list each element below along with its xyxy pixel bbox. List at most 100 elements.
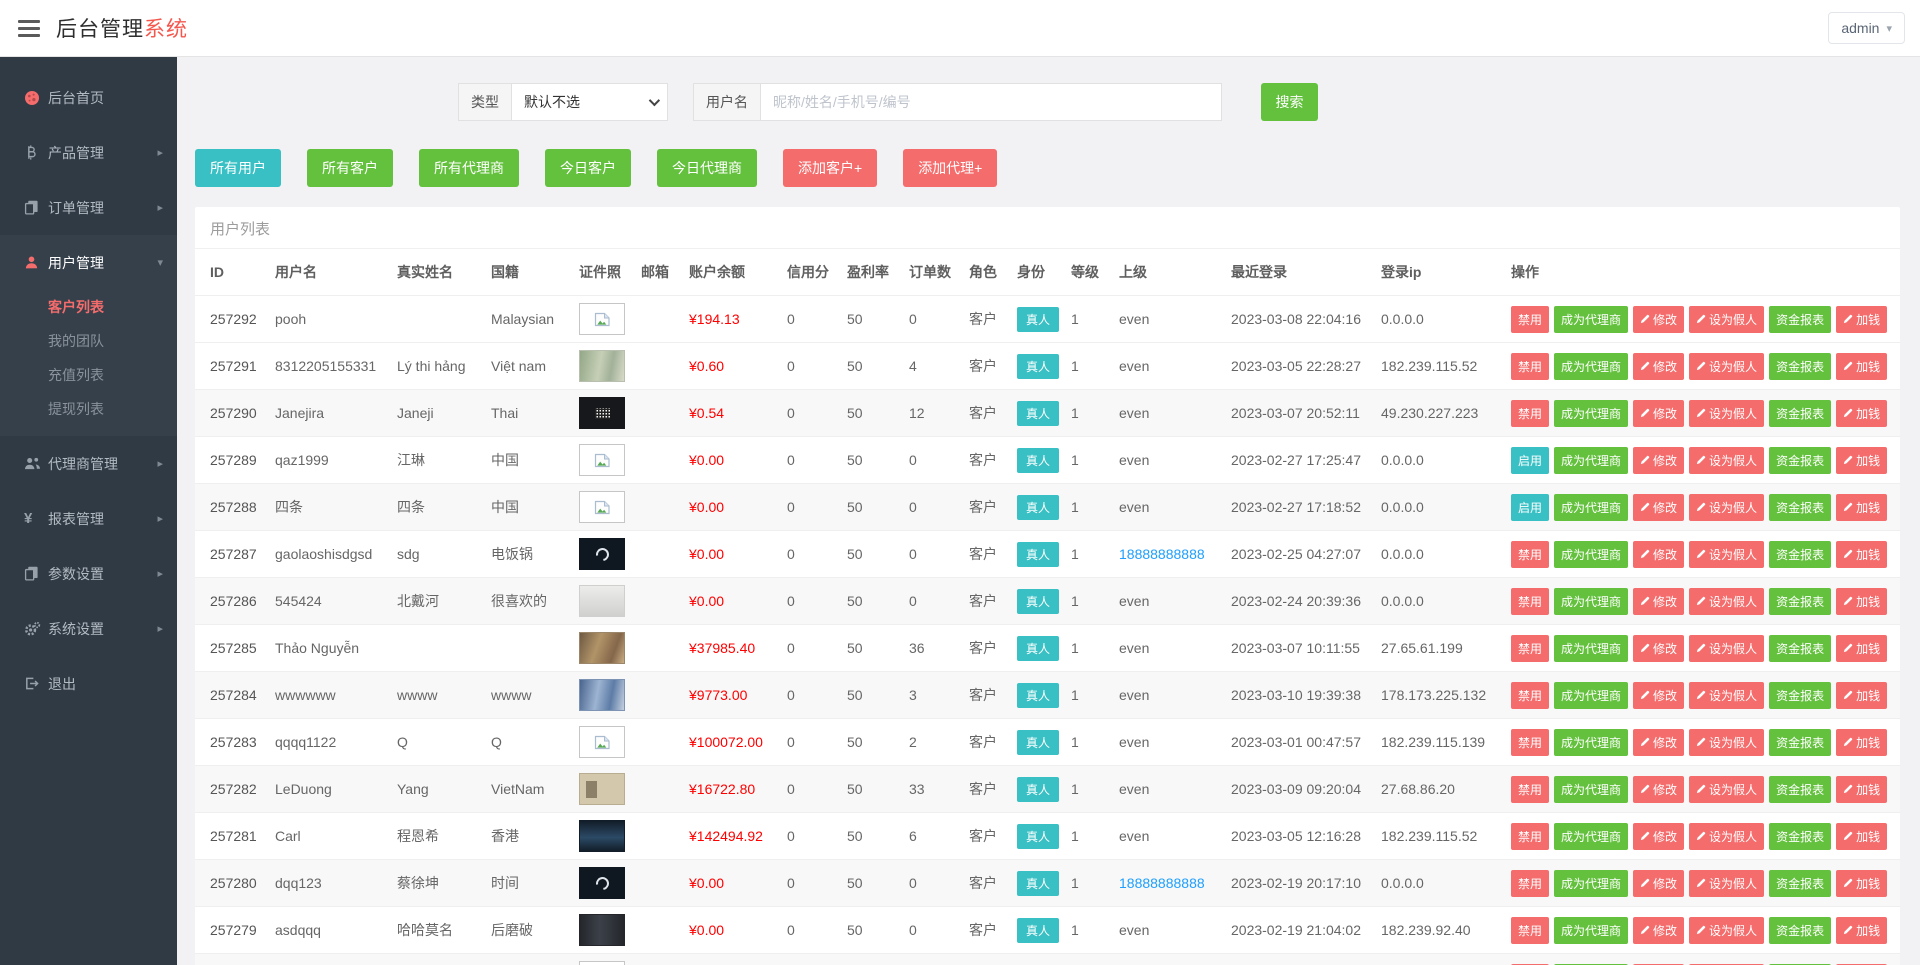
certificate-photo[interactable] (579, 773, 625, 805)
certificate-photo[interactable] (579, 961, 625, 965)
edit-button[interactable]: 修改 (1633, 447, 1684, 474)
all-users-button[interactable]: 所有用户 (195, 149, 281, 187)
toggle-enable-button[interactable]: 启用 (1511, 447, 1549, 474)
set-fake-button[interactable]: 设为假人 (1689, 306, 1764, 333)
edit-button[interactable]: 修改 (1633, 541, 1684, 568)
menu-toggle-icon[interactable] (18, 16, 40, 41)
add-money-button[interactable]: 加钱 (1836, 353, 1887, 380)
set-fake-button[interactable]: 设为假人 (1689, 494, 1764, 521)
parent-agent-link[interactable]: 18888888888 (1119, 546, 1205, 562)
identity-badge[interactable]: 真人 (1017, 777, 1059, 802)
add-money-button[interactable]: 加钱 (1836, 588, 1887, 615)
sidebar-item-reports[interactable]: ¥报表管理▸ (0, 491, 177, 546)
edit-button[interactable]: 修改 (1633, 353, 1684, 380)
set-fake-button[interactable]: 设为假人 (1689, 353, 1764, 380)
become-agent-button[interactable]: 成为代理商 (1554, 588, 1628, 615)
edit-button[interactable]: 修改 (1633, 494, 1684, 521)
edit-button[interactable]: 修改 (1633, 682, 1684, 709)
become-agent-button[interactable]: 成为代理商 (1554, 729, 1628, 756)
set-fake-button[interactable]: 设为假人 (1689, 635, 1764, 662)
set-fake-button[interactable]: 设为假人 (1689, 776, 1764, 803)
search-button[interactable]: 搜索 (1261, 83, 1318, 121)
edit-button[interactable]: 修改 (1633, 635, 1684, 662)
certificate-photo[interactable] (579, 679, 625, 711)
fund-report-button[interactable]: 资金报表 (1769, 917, 1831, 944)
certificate-photo[interactable] (579, 350, 625, 382)
set-fake-button[interactable]: 设为假人 (1689, 447, 1764, 474)
identity-badge[interactable]: 真人 (1017, 589, 1059, 614)
type-filter-select[interactable]: 默认不选 (511, 83, 668, 121)
parent-agent-link[interactable]: 18888888888 (1119, 875, 1205, 891)
identity-badge[interactable]: 真人 (1017, 307, 1059, 332)
sidebar-item-products[interactable]: 产品管理▸ (0, 125, 177, 180)
toggle-enable-button[interactable]: 禁用 (1511, 870, 1549, 897)
certificate-photo[interactable] (579, 820, 625, 852)
identity-badge[interactable]: 真人 (1017, 683, 1059, 708)
identity-badge[interactable]: 真人 (1017, 354, 1059, 379)
fund-report-button[interactable]: 资金报表 (1769, 400, 1831, 427)
add-money-button[interactable]: 加钱 (1836, 400, 1887, 427)
become-agent-button[interactable]: 成为代理商 (1554, 400, 1628, 427)
toggle-enable-button[interactable]: 禁用 (1511, 682, 1549, 709)
fund-report-button[interactable]: 资金报表 (1769, 870, 1831, 897)
sidebar-subitem-recharge-list[interactable]: 充值列表 (0, 358, 177, 392)
add-money-button[interactable]: 加钱 (1836, 870, 1887, 897)
set-fake-button[interactable]: 设为假人 (1689, 823, 1764, 850)
fund-report-button[interactable]: 资金报表 (1769, 776, 1831, 803)
certificate-photo[interactable] (579, 303, 625, 335)
sidebar-item-system[interactable]: 系统设置▸ (0, 601, 177, 656)
add-money-button[interactable]: 加钱 (1836, 494, 1887, 521)
certificate-photo[interactable] (579, 585, 625, 617)
become-agent-button[interactable]: 成为代理商 (1554, 541, 1628, 568)
toggle-enable-button[interactable]: 禁用 (1511, 729, 1549, 756)
set-fake-button[interactable]: 设为假人 (1689, 588, 1764, 615)
identity-badge[interactable]: 真人 (1017, 495, 1059, 520)
sidebar-item-logout[interactable]: 退出 (0, 656, 177, 711)
add-customer-button[interactable]: 添加客户+ (783, 149, 877, 187)
fund-report-button[interactable]: 资金报表 (1769, 353, 1831, 380)
toggle-enable-button[interactable]: 禁用 (1511, 353, 1549, 380)
certificate-photo[interactable] (579, 726, 625, 758)
add-money-button[interactable]: 加钱 (1836, 541, 1887, 568)
toggle-enable-button[interactable]: 禁用 (1511, 917, 1549, 944)
sidebar-item-users[interactable]: 用户管理▾ (0, 235, 177, 290)
become-agent-button[interactable]: 成为代理商 (1554, 823, 1628, 850)
add-money-button[interactable]: 加钱 (1836, 729, 1887, 756)
identity-badge[interactable]: 真人 (1017, 730, 1059, 755)
sidebar-subitem-customer-list[interactable]: 客户列表 (0, 290, 177, 324)
add-money-button[interactable]: 加钱 (1836, 776, 1887, 803)
become-agent-button[interactable]: 成为代理商 (1554, 306, 1628, 333)
fund-report-button[interactable]: 资金报表 (1769, 494, 1831, 521)
toggle-enable-button[interactable]: 禁用 (1511, 400, 1549, 427)
sidebar-item-agents[interactable]: 代理商管理▸ (0, 436, 177, 491)
edit-button[interactable]: 修改 (1633, 870, 1684, 897)
add-money-button[interactable]: 加钱 (1836, 306, 1887, 333)
certificate-photo[interactable] (579, 914, 625, 946)
username-search-input[interactable] (760, 83, 1222, 121)
set-fake-button[interactable]: 设为假人 (1689, 682, 1764, 709)
today-customers-button[interactable]: 今日客户 (545, 149, 631, 187)
add-money-button[interactable]: 加钱 (1836, 682, 1887, 709)
identity-badge[interactable]: 真人 (1017, 918, 1059, 943)
edit-button[interactable]: 修改 (1633, 400, 1684, 427)
set-fake-button[interactable]: 设为假人 (1689, 870, 1764, 897)
sidebar-item-params[interactable]: 参数设置▸ (0, 546, 177, 601)
edit-button[interactable]: 修改 (1633, 823, 1684, 850)
identity-badge[interactable]: 真人 (1017, 542, 1059, 567)
sidebar-subitem-my-team[interactable]: 我的团队 (0, 324, 177, 358)
become-agent-button[interactable]: 成为代理商 (1554, 494, 1628, 521)
identity-badge[interactable]: 真人 (1017, 636, 1059, 661)
become-agent-button[interactable]: 成为代理商 (1554, 353, 1628, 380)
fund-report-button[interactable]: 资金报表 (1769, 306, 1831, 333)
fund-report-button[interactable]: 资金报表 (1769, 823, 1831, 850)
identity-badge[interactable]: 真人 (1017, 401, 1059, 426)
set-fake-button[interactable]: 设为假人 (1689, 400, 1764, 427)
add-money-button[interactable]: 加钱 (1836, 823, 1887, 850)
identity-badge[interactable]: 真人 (1017, 448, 1059, 473)
become-agent-button[interactable]: 成为代理商 (1554, 635, 1628, 662)
all-agents-button[interactable]: 所有代理商 (419, 149, 519, 187)
become-agent-button[interactable]: 成为代理商 (1554, 917, 1628, 944)
add-agent-button[interactable]: 添加代理+ (903, 149, 997, 187)
certificate-photo[interactable] (579, 538, 625, 570)
fund-report-button[interactable]: 资金报表 (1769, 541, 1831, 568)
